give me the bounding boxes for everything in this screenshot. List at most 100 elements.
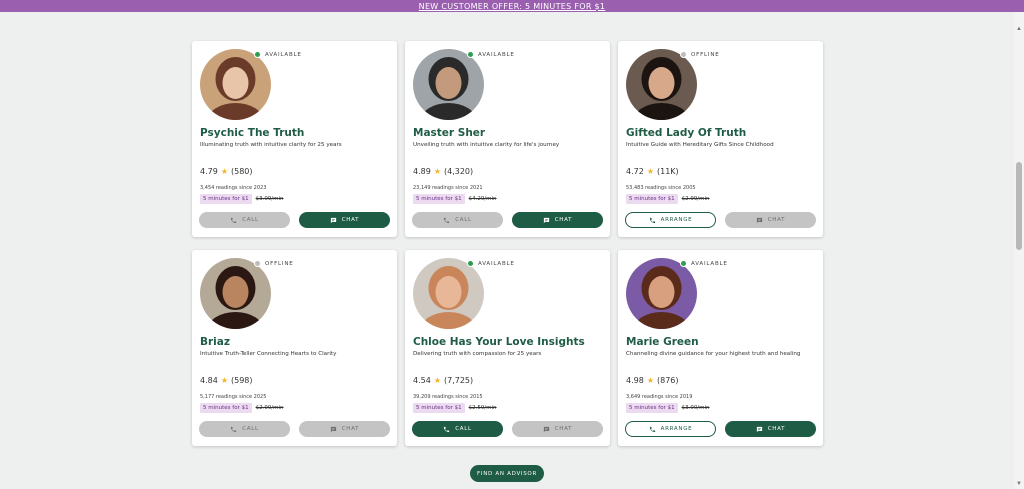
chat-button[interactable]: CHAT (299, 212, 390, 228)
phone-icon (649, 217, 655, 223)
chat-icon (330, 217, 336, 223)
scroll-up-icon[interactable]: ▲ (1016, 26, 1022, 32)
status-indicator: AVAILABLE (467, 51, 515, 58)
status-dot-icon (254, 51, 261, 58)
star-icon: ★ (220, 167, 228, 176)
rating-row: 4.84 ★ (598) (200, 376, 253, 385)
button-label: CHAT (341, 217, 360, 223)
advisor-name[interactable]: Briaz (200, 336, 230, 348)
advisor-card[interactable]: OFFLINE Gifted Lady Of Truth Intuitive G… (618, 41, 823, 237)
advisor-avatar[interactable] (626, 258, 697, 329)
chat-icon (330, 426, 336, 432)
readings-count: 53,483 readings since 2005 (626, 185, 696, 191)
chat-button[interactable]: CHAT (512, 421, 603, 437)
call-button[interactable]: CALL (199, 212, 290, 228)
rating-value: 4.54 (413, 376, 431, 385)
original-price: $2.59/min (468, 405, 497, 411)
status-dot-icon (254, 260, 261, 267)
star-icon: ★ (646, 167, 654, 176)
original-price: $3.09/min (255, 196, 284, 202)
chat-button[interactable]: CHAT (725, 421, 816, 437)
original-price: $2.99/min (255, 405, 284, 411)
status-text: AVAILABLE (265, 51, 302, 58)
star-icon: ★ (433, 376, 441, 385)
status-text: AVAILABLE (478, 260, 515, 267)
advisor-avatar[interactable] (200, 258, 271, 329)
promo-badge: 5 minutes for $1 (200, 403, 252, 413)
advisor-avatar[interactable] (200, 49, 271, 120)
rating-value: 4.72 (626, 167, 644, 176)
review-count: (876) (656, 376, 679, 385)
promo-badge: 5 minutes for $1 (413, 403, 465, 413)
button-label: CHAT (554, 217, 573, 223)
phone-icon (444, 426, 450, 432)
phone-icon (231, 426, 237, 432)
advisor-card[interactable]: AVAILABLE Marie Green Channeling divine … (618, 250, 823, 446)
call-button[interactable]: CALL (199, 421, 290, 437)
advisor-card[interactable]: AVAILABLE Chloe Has Your Love Insights D… (405, 250, 610, 446)
arrange-button[interactable]: ARRANGE (625, 212, 716, 228)
phone-icon (444, 217, 450, 223)
status-indicator: OFFLINE (254, 260, 294, 267)
promo-badge: 5 minutes for $1 (626, 403, 678, 413)
advisor-grid: AVAILABLE Psychic The Truth Illuminating… (192, 41, 823, 446)
call-button[interactable]: CALL (412, 421, 503, 437)
rating-row: 4.79 ★ (580) (200, 167, 253, 176)
status-dot-icon (467, 260, 474, 267)
original-price: $3.00/min (681, 405, 710, 411)
action-buttons: ARRANGE CHAT (625, 212, 816, 228)
advisor-tagline: Intuitive Truth-Teller Connecting Hearts… (200, 351, 337, 357)
advisor-name[interactable]: Master Sher (413, 127, 485, 139)
button-label: CHAT (767, 217, 786, 223)
status-dot-icon (680, 51, 687, 58)
status-dot-icon (467, 51, 474, 58)
arrange-button[interactable]: ARRANGE (625, 421, 716, 437)
chat-button[interactable]: CHAT (299, 421, 390, 437)
scrollbar-thumb[interactable] (1016, 162, 1022, 250)
advisor-tagline: Channeling divine guidance for your high… (626, 351, 801, 357)
phone-icon (231, 217, 237, 223)
chat-button[interactable]: CHAT (512, 212, 603, 228)
advisor-name[interactable]: Marie Green (626, 336, 699, 348)
advisor-avatar[interactable] (626, 49, 697, 120)
price-row: 5 minutes for $1 $3.09/min (200, 194, 284, 204)
new-customer-offer-link[interactable]: NEW CUSTOMER OFFER: 5 MINUTES FOR $1 (419, 2, 606, 11)
find-advisor-button[interactable]: FIND AN ADVISOR (470, 465, 544, 482)
advisor-card[interactable]: OFFLINE Briaz Intuitive Truth-Teller Con… (192, 250, 397, 446)
status-indicator: AVAILABLE (680, 260, 728, 267)
price-row: 5 minutes for $1 $4.29/min (413, 194, 497, 204)
promo-badge: 5 minutes for $1 (413, 194, 465, 204)
scrollbar[interactable]: ▲ ▼ (1014, 12, 1024, 489)
chat-icon (543, 426, 549, 432)
chat-icon (543, 217, 549, 223)
original-price: $2.99/min (681, 196, 710, 202)
rating-value: 4.79 (200, 167, 218, 176)
button-label: CALL (242, 426, 259, 432)
advisor-name[interactable]: Gifted Lady Of Truth (626, 127, 746, 139)
advisor-card[interactable]: AVAILABLE Master Sher Unveiling truth wi… (405, 41, 610, 237)
action-buttons: CALL CHAT (199, 212, 390, 228)
readings-count: 23,149 readings since 2021 (413, 185, 483, 191)
advisor-avatar[interactable] (413, 49, 484, 120)
advisor-card[interactable]: AVAILABLE Psychic The Truth Illuminating… (192, 41, 397, 237)
call-button[interactable]: CALL (412, 212, 503, 228)
chat-button[interactable]: CHAT (725, 212, 816, 228)
chat-icon (756, 217, 762, 223)
advisor-avatar[interactable] (413, 258, 484, 329)
price-row: 5 minutes for $1 $2.99/min (626, 194, 710, 204)
advisor-tagline: Intuitive Guide with Hereditary Gifts Si… (626, 142, 774, 148)
phone-icon (649, 426, 655, 432)
rating-value: 4.84 (200, 376, 218, 385)
status-text: AVAILABLE (478, 51, 515, 58)
status-indicator: OFFLINE (680, 51, 720, 58)
status-dot-icon (680, 260, 687, 267)
scroll-down-icon[interactable]: ▼ (1016, 481, 1022, 487)
advisor-name[interactable]: Chloe Has Your Love Insights (413, 336, 585, 348)
review-count: (580) (230, 167, 253, 176)
readings-count: 5,177 readings since 2025 (200, 394, 267, 400)
button-label: CALL (455, 426, 472, 432)
star-icon: ★ (646, 376, 654, 385)
review-count: (4,320) (443, 167, 474, 176)
advisor-name[interactable]: Psychic The Truth (200, 127, 304, 139)
button-label: CALL (242, 217, 259, 223)
